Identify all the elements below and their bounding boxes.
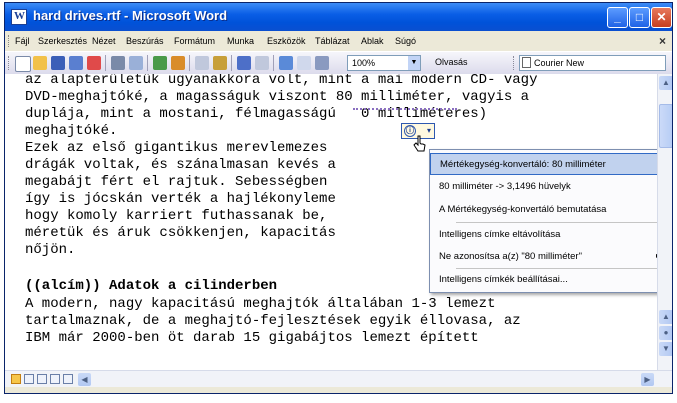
document-line: IBM már 2000-ben öt darab 15 gigabájtos … [25, 330, 479, 346]
save-icon[interactable] [51, 56, 65, 70]
menu-table[interactable]: Táblázat [315, 36, 350, 46]
horizontal-scrollbar-area: ◀ ▶ [5, 370, 672, 388]
document-line: tartalmaznak, de a meghajtó-fejlesztések… [25, 313, 521, 329]
menu-view[interactable]: Nézet [92, 36, 116, 46]
document-line: nőjön. [25, 242, 76, 258]
menu-separator [456, 222, 662, 223]
status-bar [5, 387, 672, 393]
scroll-left-icon[interactable]: ◀ [78, 373, 91, 386]
toolbar-separator [105, 55, 106, 71]
drawing-icon[interactable] [315, 56, 329, 70]
chevron-down-icon: ▾ [426, 126, 431, 135]
document-line: az alapterületük ugyanakkora volt, mint … [25, 74, 538, 88]
menu-bar: Fájl Szerkesztés Nézet Beszúrás Formátum… [5, 31, 672, 51]
document-close-icon[interactable]: × [659, 34, 666, 48]
smart-tag-underline [353, 106, 457, 110]
menu-help[interactable]: Súgó [395, 36, 416, 46]
cut-icon[interactable] [195, 56, 209, 70]
menu-format[interactable]: Formátum [174, 36, 215, 46]
menubar-grip[interactable] [8, 35, 11, 47]
scroll-thumb[interactable] [659, 104, 672, 148]
menu-insert[interactable]: Beszúrás [126, 36, 164, 46]
menu-item-stop-recognizing[interactable]: Ne azonosítsa a(z) "80 milliméter" ▸ [430, 246, 666, 268]
research-icon[interactable] [171, 56, 185, 70]
title-bar[interactable]: hard drives.rtf - Microsoft Word _ □ ✕ [5, 3, 672, 31]
document-line: meghajtóké. [25, 123, 118, 139]
hand-cursor-icon [413, 135, 426, 152]
document-line: megabájt fért el rajtuk. Sebességben [25, 174, 328, 190]
reading-label: Olvasás [435, 57, 468, 67]
vertical-scrollbar[interactable]: ▲ ▲ ● ▼ [657, 74, 672, 370]
toolbar-grip[interactable] [513, 56, 516, 70]
menu-item-smart-tag-options[interactable]: Intelligens címkék beállításai... [430, 269, 666, 291]
menu-edit[interactable]: Szerkesztés [38, 36, 87, 46]
new-document-icon[interactable] [15, 56, 31, 72]
browse-object-icon[interactable]: ● [659, 326, 672, 340]
spelling-icon[interactable] [153, 56, 167, 70]
menu-item-converter-demo[interactable]: A Mértékegység-konvertáló bemutatása [430, 199, 666, 221]
reading-view-icon[interactable] [63, 374, 73, 384]
undo-icon[interactable] [237, 56, 251, 70]
web-layout-icon[interactable] [24, 374, 34, 384]
maximize-button[interactable]: □ [629, 7, 650, 28]
toolbar-separator [189, 55, 190, 71]
undo-dropdown-icon[interactable] [255, 56, 269, 70]
close-button[interactable]: ✕ [651, 7, 672, 28]
menu-item-remove-smart-tag[interactable]: Intelligens címke eltávolítása [430, 224, 666, 246]
standard-toolbar: 100% ▼ Olvasás Courier New [5, 51, 672, 75]
normal-view-icon[interactable] [11, 374, 21, 384]
document-line: hogy komoly karriert futhassanak be, [25, 208, 328, 224]
print-icon[interactable] [111, 56, 125, 70]
zoom-select[interactable]: 100% ▼ [347, 55, 421, 71]
scroll-right-icon[interactable]: ▶ [641, 373, 654, 386]
scroll-up-icon[interactable]: ▲ [659, 76, 672, 90]
menu-window[interactable]: Ablak [361, 36, 384, 46]
preview-icon[interactable] [129, 56, 143, 70]
table-icon[interactable] [279, 56, 293, 70]
menu-item-unit-converter[interactable]: Mértékegység-konvertáló: 80 milliméter [430, 153, 666, 175]
permission-icon[interactable] [69, 56, 83, 70]
toolbar-separator [147, 55, 148, 71]
menu-tools[interactable]: Eszközök [267, 36, 306, 46]
outline-view-icon[interactable] [50, 374, 60, 384]
word-app-icon[interactable] [11, 9, 27, 25]
menu-item-conversion-result[interactable]: 80 milliméter -> 3,1496 hüvelyk [430, 176, 666, 198]
chevron-down-icon[interactable]: ▼ [408, 56, 420, 70]
reading-layout-button[interactable]: Olvasás [435, 57, 468, 67]
print-layout-icon[interactable] [37, 374, 47, 384]
document-line: méretük és áruk csökkenjen, kapacitás [25, 225, 336, 241]
font-style-icon [522, 57, 531, 68]
document-line: Ezek az első gigantikus merevlemezes [25, 140, 328, 156]
smart-tag-menu: Mértékegység-konvertáló: 80 milliméter 8… [429, 149, 667, 293]
document-line: drágák voltak, és szánalmasan kevés a [25, 157, 336, 173]
toolbar-grip[interactable] [8, 56, 11, 70]
document-line: A modern, nagy kapacitású meghajtók álta… [25, 296, 496, 312]
word-window: hard drives.rtf - Microsoft Word _ □ ✕ F… [4, 2, 673, 394]
toolbar-separator [231, 55, 232, 71]
document-line: DVD-meghajtóké, a magasságuk viszont 80 … [25, 89, 530, 105]
minimize-button[interactable]: _ [607, 7, 628, 28]
next-page-icon[interactable]: ▼ [659, 342, 672, 356]
toolbar-separator [273, 55, 274, 71]
previous-page-icon[interactable]: ▲ [659, 310, 672, 324]
subheading-line: ((alcím)) Adatok a cilinderben [25, 278, 278, 294]
print-preview-icon[interactable] [87, 56, 101, 70]
window-title: hard drives.rtf - Microsoft Word [33, 8, 228, 23]
insert-columns-icon[interactable] [297, 56, 311, 70]
paste-icon[interactable] [213, 56, 227, 70]
menu-work[interactable]: Munka [227, 36, 254, 46]
open-folder-icon[interactable] [33, 56, 47, 70]
menu-file[interactable]: Fájl [15, 36, 30, 46]
font-select[interactable]: Courier New [519, 55, 666, 71]
zoom-value: 100% [352, 58, 376, 68]
document-line: így is jócskán verték a hajlékonyleme [25, 191, 336, 207]
font-value: Courier New [534, 58, 585, 68]
